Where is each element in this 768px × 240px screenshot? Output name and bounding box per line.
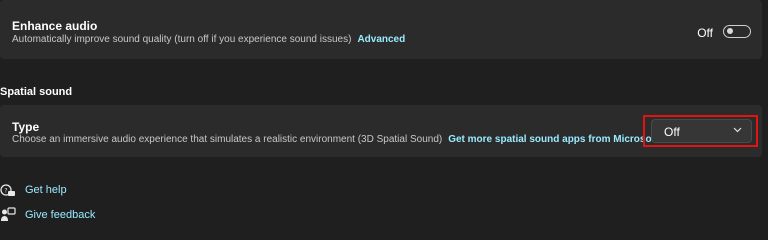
chevron-down-icon <box>733 127 742 133</box>
enhance-audio-description: Automatically improve sound quality (tur… <box>12 34 405 45</box>
spatial-sound-dropdown[interactable]: Off <box>651 119 752 143</box>
dropdown-selected-value: Off <box>664 125 680 139</box>
enhance-audio-toggle-label: Off <box>697 26 713 40</box>
type-description-text: Choose an immersive audio experience tha… <box>12 134 443 145</box>
advanced-link[interactable]: Advanced <box>357 34 405 45</box>
get-help-icon: ? <box>0 184 15 196</box>
type-description: Choose an immersive audio experience tha… <box>12 134 687 145</box>
enhance-audio-card: Enhance audio Automatically improve soun… <box>0 0 762 59</box>
enhance-audio-title: Enhance audio <box>12 19 98 33</box>
give-feedback-label: Give feedback <box>25 209 96 221</box>
toggle-knob <box>727 28 733 34</box>
type-title: Type <box>12 120 40 134</box>
svg-text:?: ? <box>4 188 7 195</box>
get-help-label: Get help <box>25 184 67 196</box>
spatial-sound-heading: Spatial sound <box>0 86 73 98</box>
enhance-audio-description-text: Automatically improve sound quality (tur… <box>12 34 352 45</box>
enhance-audio-toggle[interactable] <box>723 25 751 38</box>
feedback-icon <box>1 207 16 221</box>
